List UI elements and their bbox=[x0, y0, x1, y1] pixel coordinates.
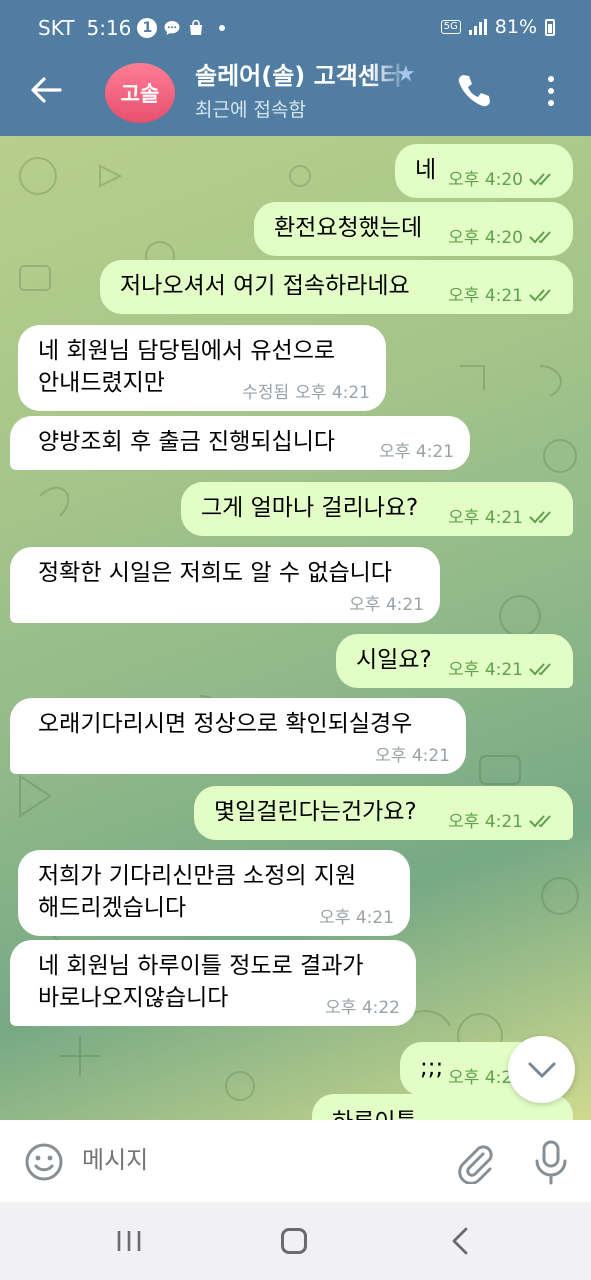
dot-indicator bbox=[219, 25, 226, 31]
message-list[interactable]: 네 오후 4:20 환전요청했는데 오후 4:20 저나오셔서 여기 접속하라네… bbox=[0, 136, 591, 1120]
double-check-icon bbox=[529, 173, 551, 186]
message-meta: 오후 4:21 bbox=[349, 595, 424, 615]
status-bar: SKT 5:16 1 5G 81% bbox=[0, 0, 591, 56]
message-text: ;;; bbox=[420, 1055, 444, 1081]
message-time: 오후 4:21 bbox=[319, 908, 394, 928]
clock: 5:16 bbox=[86, 16, 132, 40]
message-text: 양방조회 후 출금 진행되십니다 bbox=[38, 429, 336, 455]
shopping-bag-icon bbox=[190, 19, 203, 35]
message-bubble-incoming[interactable]: 오래기다리시면 정상으로 확인되실경우 오후 4:21 bbox=[10, 698, 466, 774]
message-bubble-outgoing[interactable]: 그게 얼마나 걸리나요? 오후 4:21 bbox=[181, 482, 573, 536]
notification-count-badge: 1 bbox=[137, 18, 158, 38]
message-text: 시일요? bbox=[356, 647, 432, 673]
message-text-line: 네 회원님 하루이틀 정도로 결과가 bbox=[38, 953, 364, 979]
network-type: 5G bbox=[440, 20, 461, 34]
message-text: 그게 얼마나 걸리나요? bbox=[201, 495, 419, 521]
message-text: 오래기다리시면 정상으로 확인되실경우 bbox=[38, 711, 413, 737]
message-bubble-outgoing[interactable]: 몇일걸린다는건가요? 오후 4:21 bbox=[194, 786, 573, 840]
phone-icon[interactable] bbox=[454, 70, 492, 110]
message-time: 오후 4:21 bbox=[448, 660, 523, 680]
message-bubble-incoming[interactable]: 저희가 기다리신만큼 소정의 지원 해드리겠습니다 오후 4:21 bbox=[18, 850, 410, 936]
message-composer bbox=[0, 1120, 591, 1202]
double-check-icon bbox=[529, 231, 551, 244]
message-meta: 오후 4:20 bbox=[448, 170, 557, 190]
message-time: 오후 4:21 bbox=[349, 595, 424, 615]
message-bubble-outgoing[interactable]: 환전요청했는데 오후 4:20 bbox=[254, 202, 573, 256]
message-bubble-incoming[interactable]: 양방조회 후 출금 진행되십니다 오후 4:21 bbox=[10, 416, 470, 470]
message-meta: 오후 4:20 bbox=[448, 228, 557, 248]
message-time: 오후 4:21 bbox=[448, 508, 523, 528]
message-input[interactable] bbox=[82, 1142, 422, 1180]
message-meta: 오후 4:21 bbox=[448, 286, 557, 306]
battery-percent: 81% bbox=[494, 16, 537, 38]
avatar[interactable]: 고솔 bbox=[105, 63, 175, 123]
recents-icon[interactable] bbox=[114, 1228, 144, 1254]
message-meta: 오후 4:21 bbox=[448, 812, 557, 832]
message-meta: 오후 4:21 bbox=[319, 908, 394, 928]
message-bubble-incoming[interactable]: 정확한 시일은 저희도 알 수 없습니다 오후 4:21 bbox=[10, 547, 440, 623]
message-meta: 오후 4:22 bbox=[325, 998, 400, 1018]
message-time: 오후 4:21 bbox=[375, 746, 450, 766]
system-nav-bar bbox=[0, 1202, 591, 1280]
emoji-icon[interactable] bbox=[24, 1142, 64, 1182]
double-check-icon bbox=[529, 511, 551, 524]
carrier-label: SKT bbox=[38, 16, 75, 40]
message-text-line: 안내드렸지만 bbox=[38, 370, 165, 396]
home-icon[interactable] bbox=[281, 1228, 307, 1254]
message-meta: 수정됨 오후 4:21 bbox=[242, 383, 370, 403]
double-check-icon bbox=[529, 663, 551, 676]
double-check-icon bbox=[529, 289, 551, 302]
more-vertical-icon[interactable] bbox=[538, 72, 564, 110]
back-icon[interactable] bbox=[449, 1226, 471, 1256]
star-icon: ★ bbox=[396, 62, 416, 87]
message-text: 하루이틀.. bbox=[332, 1106, 431, 1120]
message-text: 네 bbox=[415, 157, 437, 183]
message-time: 오후 4:21 bbox=[448, 286, 523, 306]
message-text-line: 해드리겠습니다 bbox=[38, 895, 187, 921]
message-time: 오후 4:21 bbox=[448, 812, 523, 832]
double-check-icon bbox=[529, 815, 551, 828]
message-meta: 오후 4:21 bbox=[375, 746, 450, 766]
message-meta: 오후 4:21 bbox=[448, 508, 557, 528]
chevron-down-icon bbox=[528, 1062, 555, 1077]
status-right: 5G 81% bbox=[440, 16, 555, 38]
message-time: 오후 4:20 bbox=[448, 170, 523, 190]
chat-bubble-icon bbox=[164, 21, 180, 35]
message-text: 환전요청했는데 bbox=[274, 215, 423, 241]
message-text-line: 네 회원님 담당팀에서 유선으로 bbox=[38, 338, 336, 364]
message-text: 몇일걸린다는건가요? bbox=[214, 799, 417, 825]
microphone-icon[interactable] bbox=[532, 1139, 570, 1185]
message-text: 저나오셔서 여기 접속하라네요 bbox=[120, 273, 410, 299]
message-bubble-outgoing[interactable]: 네 오후 4:20 bbox=[395, 144, 573, 198]
back-arrow-icon[interactable] bbox=[26, 68, 66, 112]
scroll-down-button[interactable] bbox=[508, 1036, 575, 1103]
message-bubble-incoming[interactable]: 네 회원님 담당팀에서 유선으로 안내드렸지만 수정됨 오후 4:21 bbox=[18, 325, 386, 411]
message-time: 오후 4:21 bbox=[295, 383, 370, 403]
chat-status: 최근에 접속함 bbox=[195, 99, 306, 121]
message-meta: 오후 4:21 bbox=[379, 442, 454, 462]
battery-icon bbox=[545, 18, 555, 36]
status-left: SKT 5:16 1 bbox=[38, 16, 226, 40]
message-time: 오후 4:20 bbox=[448, 228, 523, 248]
message-text-line: 바로나오지않습니다 bbox=[38, 985, 229, 1011]
message-text-line: 저희가 기다리신만큼 소정의 지원 bbox=[38, 863, 357, 889]
edited-label: 수정됨 bbox=[242, 383, 290, 403]
message-meta: 오후 4:21 bbox=[448, 660, 557, 680]
message-bubble-incoming[interactable]: 네 회원님 하루이틀 정도로 결과가 바로나오지않습니다 오후 4:22 bbox=[10, 940, 416, 1026]
paperclip-icon[interactable] bbox=[453, 1140, 495, 1184]
message-time: 오후 4:22 bbox=[325, 998, 400, 1018]
message-bubble-outgoing[interactable]: 시일요? 오후 4:21 bbox=[336, 634, 573, 688]
chat-header: SKT 5:16 1 5G 81% 고솔 솔레어(솔) 고객센터 ★ 최근에 접… bbox=[0, 0, 591, 136]
message-time: 오후 4:21 bbox=[379, 442, 454, 462]
message-text: 정확한 시일은 저희도 알 수 없습니다 bbox=[38, 560, 392, 586]
signal-bars-icon bbox=[468, 19, 487, 35]
message-bubble-outgoing[interactable]: 저나오셔서 여기 접속하라네요 오후 4:21 bbox=[100, 260, 573, 314]
